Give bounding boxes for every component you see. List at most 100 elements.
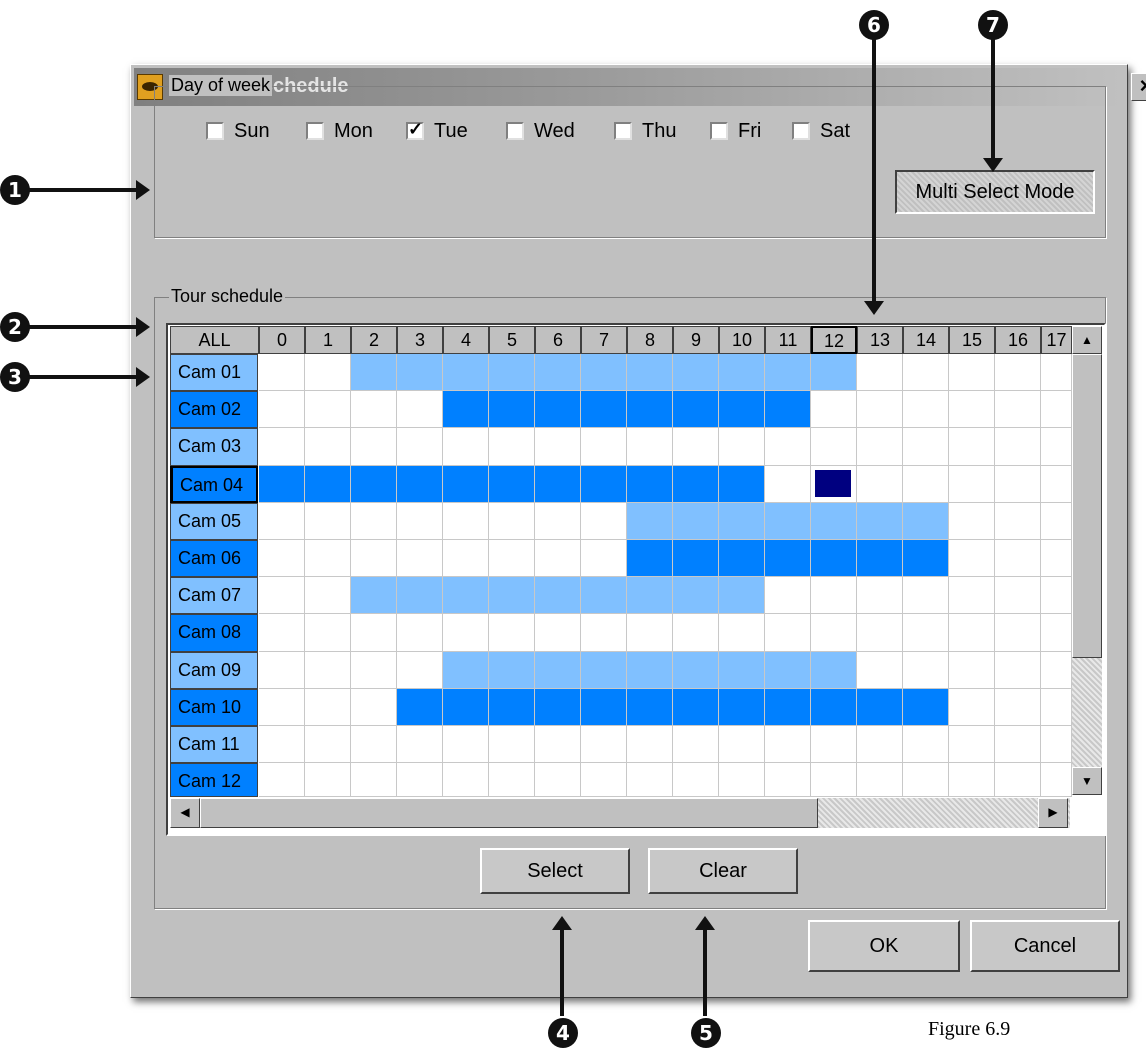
camera-row-header[interactable]: Cam 10 xyxy=(170,688,258,726)
schedule-cell[interactable] xyxy=(857,577,903,615)
schedule-cell[interactable] xyxy=(627,428,673,466)
schedule-cell[interactable] xyxy=(443,726,489,764)
schedule-cell[interactable] xyxy=(259,651,305,689)
schedule-cell[interactable] xyxy=(443,354,489,392)
schedule-cell[interactable] xyxy=(581,391,627,429)
checkbox-box[interactable] xyxy=(306,122,324,140)
scroll-left-icon[interactable]: ◀ xyxy=(170,798,200,828)
schedule-cell[interactable] xyxy=(949,614,995,652)
schedule-cell[interactable] xyxy=(903,651,949,689)
schedule-cell[interactable] xyxy=(995,763,1041,797)
hour-header[interactable]: 2 xyxy=(351,326,397,354)
schedule-cell[interactable] xyxy=(949,391,995,429)
schedule-cell[interactable] xyxy=(489,391,535,429)
schedule-cell[interactable] xyxy=(1041,391,1072,429)
schedule-cell[interactable] xyxy=(949,465,995,503)
schedule-cell[interactable] xyxy=(535,614,581,652)
hour-header[interactable]: 0 xyxy=(259,326,305,354)
select-all-header[interactable]: ALL xyxy=(170,326,259,354)
hour-header[interactable]: 7 xyxy=(581,326,627,354)
schedule-cell[interactable] xyxy=(305,354,351,392)
schedule-cell[interactable] xyxy=(811,763,857,797)
schedule-cell[interactable] xyxy=(719,540,765,578)
camera-row-header[interactable]: Cam 04 xyxy=(170,465,258,503)
schedule-cell[interactable] xyxy=(443,651,489,689)
schedule-cell[interactable] xyxy=(259,577,305,615)
schedule-cell[interactable] xyxy=(397,763,443,797)
schedule-cell[interactable] xyxy=(351,726,397,764)
schedule-cell[interactable] xyxy=(535,465,581,503)
schedule-cell[interactable] xyxy=(903,502,949,540)
camera-row-header[interactable]: Cam 07 xyxy=(170,577,258,615)
schedule-cell[interactable] xyxy=(765,651,811,689)
schedule-cell[interactable] xyxy=(351,428,397,466)
hour-header[interactable]: 6 xyxy=(535,326,581,354)
schedule-cell[interactable] xyxy=(397,688,443,726)
schedule-cell[interactable] xyxy=(903,614,949,652)
schedule-cell[interactable] xyxy=(259,502,305,540)
scroll-up-icon[interactable]: ▲ xyxy=(1072,326,1102,354)
hour-header[interactable]: 3 xyxy=(397,326,443,354)
ok-button[interactable]: OK xyxy=(808,920,960,972)
schedule-cell[interactable] xyxy=(535,726,581,764)
schedule-cell[interactable] xyxy=(351,354,397,392)
schedule-cell[interactable] xyxy=(443,502,489,540)
day-mon-checkbox[interactable]: Mon xyxy=(306,116,373,146)
schedule-cell[interactable] xyxy=(719,391,765,429)
cancel-button[interactable]: Cancel xyxy=(970,920,1120,972)
schedule-cell[interactable] xyxy=(949,354,995,392)
schedule-cell[interactable] xyxy=(903,688,949,726)
schedule-cell[interactable] xyxy=(765,428,811,466)
schedule-cell[interactable] xyxy=(719,763,765,797)
schedule-cell[interactable] xyxy=(535,577,581,615)
horizontal-scroll-thumb[interactable] xyxy=(200,798,818,828)
camera-row-header[interactable]: Cam 12 xyxy=(170,763,258,797)
schedule-cell[interactable] xyxy=(397,502,443,540)
schedule-cell[interactable] xyxy=(351,688,397,726)
hour-header[interactable]: 16 xyxy=(995,326,1041,354)
schedule-cell[interactable] xyxy=(673,577,719,615)
hour-header[interactable]: 5 xyxy=(489,326,535,354)
schedule-cell[interactable] xyxy=(811,651,857,689)
checkbox-box[interactable] xyxy=(710,122,728,140)
schedule-cell[interactable] xyxy=(351,763,397,797)
schedule-cell[interactable] xyxy=(857,540,903,578)
schedule-cell[interactable] xyxy=(903,465,949,503)
schedule-cell[interactable] xyxy=(673,465,719,503)
schedule-cell[interactable] xyxy=(535,391,581,429)
schedule-cell[interactable] xyxy=(581,688,627,726)
schedule-cell[interactable] xyxy=(995,391,1041,429)
schedule-cell[interactable] xyxy=(903,428,949,466)
schedule-cell[interactable] xyxy=(627,577,673,615)
schedule-cell[interactable] xyxy=(443,391,489,429)
schedule-cell[interactable] xyxy=(1041,577,1072,615)
schedule-cell[interactable] xyxy=(1041,726,1072,764)
schedule-cell[interactable] xyxy=(489,465,535,503)
schedule-cell[interactable] xyxy=(765,614,811,652)
schedule-cell[interactable] xyxy=(489,763,535,797)
schedule-cell[interactable] xyxy=(995,577,1041,615)
checkbox-box[interactable] xyxy=(506,122,524,140)
schedule-cell[interactable] xyxy=(949,726,995,764)
schedule-cell[interactable] xyxy=(581,614,627,652)
schedule-cell[interactable] xyxy=(1041,354,1072,392)
schedule-cell[interactable] xyxy=(673,688,719,726)
schedule-cell[interactable] xyxy=(811,391,857,429)
schedule-cell[interactable] xyxy=(489,428,535,466)
schedule-cell[interactable] xyxy=(1041,428,1072,466)
schedule-cell[interactable] xyxy=(857,354,903,392)
schedule-cell[interactable] xyxy=(765,502,811,540)
schedule-cell[interactable] xyxy=(1041,688,1072,726)
schedule-cell[interactable] xyxy=(581,577,627,615)
schedule-cell[interactable] xyxy=(995,354,1041,392)
schedule-cell[interactable] xyxy=(351,540,397,578)
schedule-cell[interactable] xyxy=(811,502,857,540)
schedule-cell[interactable] xyxy=(489,540,535,578)
schedule-cell[interactable] xyxy=(719,688,765,726)
schedule-cell[interactable] xyxy=(719,726,765,764)
schedule-cell[interactable] xyxy=(351,614,397,652)
schedule-cell[interactable] xyxy=(305,502,351,540)
camera-row-header[interactable]: Cam 01 xyxy=(170,354,258,392)
schedule-cell[interactable] xyxy=(995,540,1041,578)
schedule-cell[interactable] xyxy=(489,651,535,689)
